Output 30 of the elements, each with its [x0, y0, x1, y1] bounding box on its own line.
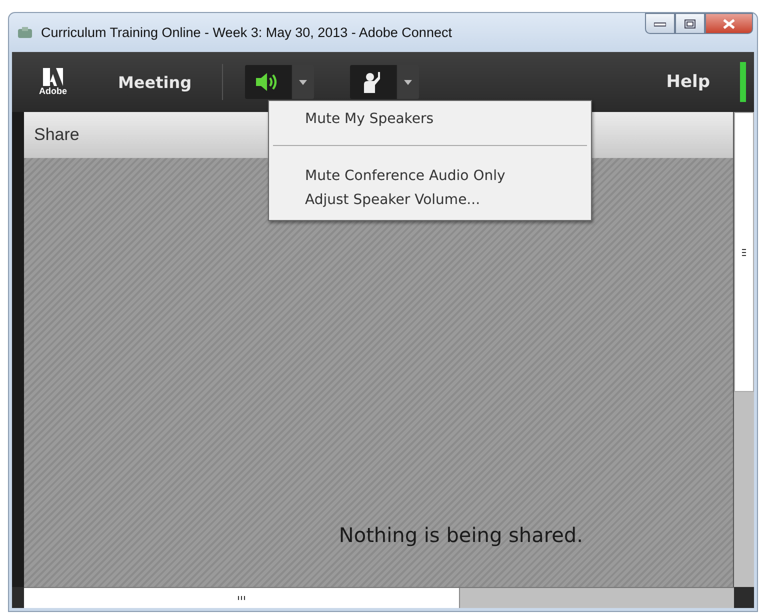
- grip-icon: [238, 596, 245, 600]
- pod-title: Share: [34, 125, 80, 145]
- app-icon: [17, 26, 33, 40]
- speaker-button[interactable]: [244, 65, 291, 99]
- help-menu[interactable]: Help: [666, 68, 710, 96]
- menu-item[interactable]: Mute My Speakers: [269, 107, 591, 131]
- grip-icon: [742, 248, 746, 256]
- close-icon: [723, 18, 735, 28]
- menu-item[interactable]: Mute Conference Audio Only: [269, 164, 591, 188]
- caret-icon: [298, 80, 307, 84]
- window-title: Curriculum Training Online - Week 3: May 30, 2013 - Adobe Connect: [41, 25, 453, 40]
- close-button[interactable]: [705, 13, 753, 34]
- menu-item[interactable]: Adjust Speaker Volume...: [269, 188, 591, 212]
- activity-meter: [740, 62, 746, 102]
- minimize-button[interactable]: [645, 13, 675, 34]
- raise-hand-button[interactable]: [350, 65, 396, 99]
- vertical-scrollbar[interactable]: [734, 112, 754, 587]
- scroll-thumb[interactable]: [734, 112, 754, 392]
- scroll-thumb[interactable]: [24, 588, 460, 608]
- meeting-menu[interactable]: Meeting: [118, 68, 192, 96]
- logo-text: Adobe: [39, 86, 67, 96]
- maximize-button[interactable]: [675, 13, 705, 34]
- status-dropdown[interactable]: [396, 65, 419, 99]
- share-message: Nothing is being shared.: [338, 523, 583, 547]
- minimize-icon: [654, 20, 666, 26]
- logo-icon: [43, 68, 63, 86]
- speaker-dropdown[interactable]: [290, 65, 314, 99]
- horizontal-scrollbar[interactable]: [24, 587, 734, 608]
- caret-icon: [404, 80, 412, 84]
- maximize-icon: [684, 18, 696, 28]
